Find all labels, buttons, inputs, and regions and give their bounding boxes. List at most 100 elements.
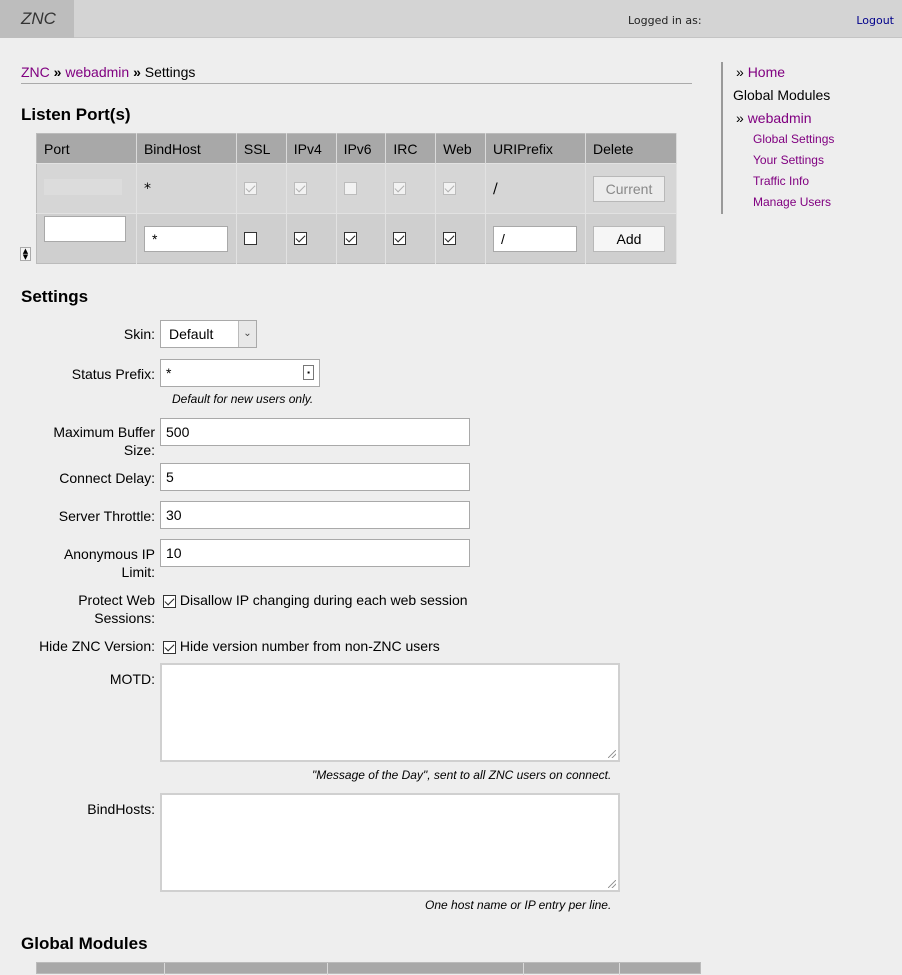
- col-web: Web: [435, 133, 487, 164]
- existing-ipv6-checkbox: [343, 182, 357, 195]
- new-add-cell: Add: [585, 213, 677, 264]
- max-buffer-label: Maximum Buffer Size:: [20, 423, 155, 459]
- max-buffer-label-line2: Size:: [123, 442, 155, 458]
- protect-label-line1: Protect Web: [78, 592, 155, 608]
- bindhost-input[interactable]: *: [143, 225, 228, 252]
- sidebar-item-your-settings[interactable]: Your Settings: [753, 153, 824, 167]
- existing-ipv4-checkbox: [293, 182, 307, 195]
- breadcrumb-webadmin[interactable]: webadmin: [65, 64, 129, 80]
- sidebar-item-manage-users[interactable]: Manage Users: [753, 195, 831, 209]
- server-throttle-label: Server Throttle:: [58, 508, 155, 524]
- protect-label-line2: Sessions:: [94, 610, 155, 626]
- existing-bindhost: *: [136, 163, 237, 214]
- sidebar-item-webadmin[interactable]: » webadmin: [736, 110, 812, 126]
- logout-link[interactable]: Logout: [856, 14, 894, 27]
- breadcrumb: ZNC » webadmin » Settings: [21, 64, 692, 84]
- sidebar-item-home[interactable]: » Home: [736, 64, 785, 80]
- sidebar-item-global-settings[interactable]: Global Settings: [753, 132, 834, 146]
- add-button[interactable]: Add: [593, 225, 665, 252]
- web-checkbox[interactable]: [443, 232, 457, 245]
- listen-ports-table: Port BindHost SSL IPv4 IPv6 IRC Web URIP…: [20, 133, 677, 264]
- col-ipv4: IPv4: [286, 133, 337, 164]
- uriprefix-input[interactable]: /: [493, 225, 578, 252]
- hide-version-label: Hide ZNC Version:: [39, 638, 155, 654]
- motd-hint: "Message of the Day", sent to all ZNC us…: [312, 768, 612, 782]
- protect-sessions-option: Disallow IP changing during each web ses…: [163, 591, 468, 609]
- contact-card-icon[interactable]: ▪: [303, 365, 314, 380]
- current-button: Current: [593, 175, 665, 202]
- existing-delete-cell: Current: [585, 163, 677, 214]
- top-bar: ZNC Logged in as: Logout: [0, 0, 902, 38]
- connect-delay-label: Connect Delay:: [59, 470, 155, 486]
- sidebar-nav: » Home Global Modules » webadmin Global …: [721, 62, 891, 214]
- col-delete: Delete: [585, 133, 677, 164]
- logged-in-label: Logged in as:: [628, 14, 702, 27]
- col-uriprefix: URIPrefix: [485, 133, 586, 164]
- breadcrumb-znc[interactable]: ZNC: [21, 64, 50, 80]
- anon-ip-label-line2: Limit:: [121, 564, 155, 580]
- max-buffer-label-line1: Maximum Buffer: [53, 424, 155, 440]
- col-port: Port: [36, 133, 137, 164]
- port-spinner-icon[interactable]: ▲ ▼: [20, 246, 31, 261]
- skin-label: Skin:: [123, 326, 155, 342]
- status-prefix-value: *: [166, 365, 172, 381]
- connect-delay-input[interactable]: 5: [160, 463, 470, 491]
- resize-grip-icon[interactable]: [608, 750, 616, 758]
- protect-sessions-text[interactable]: Disallow IP changing during each web ses…: [180, 592, 468, 608]
- hide-version-text[interactable]: Hide version number from non-ZNC users: [180, 638, 440, 654]
- bindhosts-textarea[interactable]: [160, 793, 620, 892]
- new-ssl-cell: [236, 213, 287, 264]
- hidden-port-value: [44, 178, 122, 195]
- ssl-checkbox[interactable]: [243, 232, 257, 245]
- ipv6-checkbox[interactable]: [343, 232, 357, 245]
- breadcrumb-separator: »: [133, 64, 141, 80]
- ipv4-checkbox[interactable]: [293, 232, 307, 245]
- status-prefix-hint: Default for new users only.: [172, 392, 314, 406]
- global-modules-table-header: [36, 962, 701, 975]
- skin-select[interactable]: Default ⌄: [160, 320, 257, 348]
- breadcrumb-current: Settings: [144, 64, 196, 80]
- new-web-cell: [435, 213, 487, 264]
- port-input[interactable]: [44, 215, 126, 242]
- column-divider: [327, 963, 328, 975]
- motd-label: MOTD:: [109, 671, 155, 687]
- max-buffer-input[interactable]: 500: [160, 418, 470, 446]
- irc-checkbox[interactable]: [393, 232, 407, 245]
- new-port-cell: ▲ ▼: [20, 213, 137, 264]
- existing-ipv6-cell: [336, 163, 387, 214]
- server-throttle-input[interactable]: 30: [160, 501, 470, 529]
- anon-ip-input[interactable]: 10: [160, 539, 470, 567]
- chevron-down-icon[interactable]: ⌄: [238, 321, 256, 347]
- existing-irc-checkbox: [393, 182, 407, 195]
- hide-version-option: Hide version number from non-ZNC users: [163, 637, 440, 655]
- existing-ipv4-cell: [286, 163, 337, 214]
- existing-irc-cell: [385, 163, 437, 214]
- existing-web-checkbox: [443, 182, 457, 195]
- sidebar-webadmin-link[interactable]: webadmin: [748, 110, 812, 126]
- sidebar-item-traffic-info[interactable]: Traffic Info: [753, 174, 809, 188]
- listen-ports-heading: Listen Port(s): [21, 105, 131, 124]
- znc-logo[interactable]: ZNC: [0, 0, 74, 38]
- skin-value: Default: [169, 326, 214, 342]
- table-header-row: Port BindHost SSL IPv4 IPv6 IRC Web URIP…: [36, 133, 677, 164]
- bindhosts-label: BindHosts:: [87, 801, 155, 817]
- bindhosts-hint: One host name or IP entry per line.: [425, 898, 612, 912]
- sidebar-home-link[interactable]: Home: [748, 64, 785, 80]
- resize-grip-icon[interactable]: [608, 880, 616, 888]
- col-bindhost: BindHost: [136, 133, 237, 164]
- col-ipv6: IPv6: [336, 133, 387, 164]
- existing-web-cell: [435, 163, 487, 214]
- table-row: ▲ ▼ * / Add: [20, 213, 677, 264]
- global-modules-heading: Global Modules: [21, 934, 148, 953]
- column-divider: [164, 963, 165, 975]
- hide-version-checkbox[interactable]: [163, 640, 176, 654]
- new-bindhost-cell: *: [136, 213, 237, 264]
- col-irc: IRC: [385, 133, 437, 164]
- protect-sessions-checkbox[interactable]: [163, 594, 176, 608]
- new-ipv6-cell: [336, 213, 387, 264]
- new-ipv4-cell: [286, 213, 337, 264]
- status-prefix-input[interactable]: * ▪: [160, 359, 320, 387]
- existing-ssl-cell: [236, 163, 287, 214]
- column-divider: [523, 963, 524, 975]
- motd-textarea[interactable]: [160, 663, 620, 762]
